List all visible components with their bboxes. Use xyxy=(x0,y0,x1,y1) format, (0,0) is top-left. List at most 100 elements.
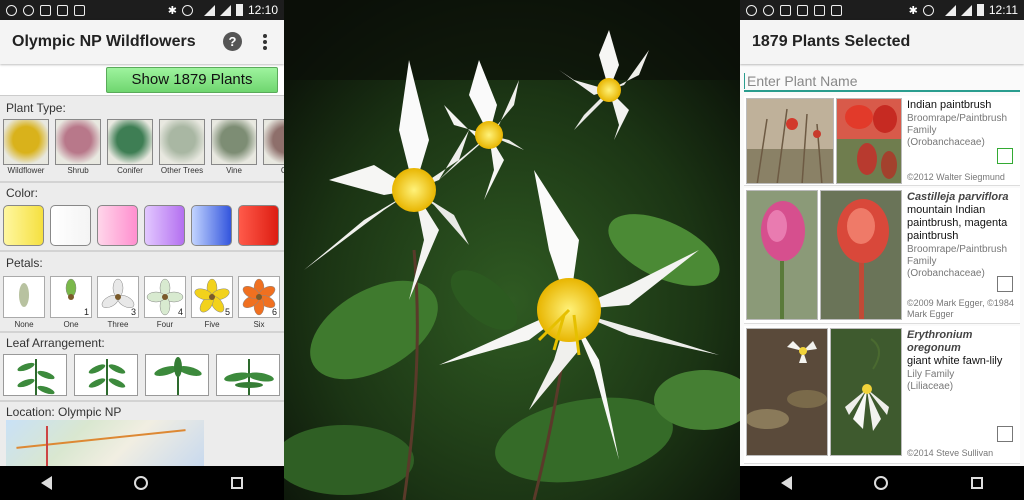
wrench-icon xyxy=(40,4,51,16)
android-icon xyxy=(74,4,85,16)
plant-photo xyxy=(746,190,818,320)
plant-common-name: mountain Indian paintbrush, magenta pain… xyxy=(907,204,1008,242)
petals-label: Petals: xyxy=(6,256,43,270)
color-swatch-purple[interactable] xyxy=(144,205,185,246)
leaf-whorled-option[interactable] xyxy=(145,354,209,396)
location-map[interactable] xyxy=(6,420,204,466)
plant-type-caption: Shrub xyxy=(67,166,89,175)
flower-photo-panel xyxy=(284,0,740,500)
overflow-menu-icon[interactable] xyxy=(262,31,268,53)
select-checkbox[interactable] xyxy=(997,276,1013,292)
home-icon[interactable] xyxy=(134,476,149,490)
petal-option[interactable]: 5 Five xyxy=(191,276,233,329)
color-swatch-pink[interactable] xyxy=(97,205,138,246)
results-screen: ✱ 12:11 1879 Plants Selected Indian xyxy=(740,0,1024,500)
nav-bar xyxy=(740,466,1024,500)
leaf-arrangement-list xyxy=(3,354,280,396)
select-checkbox[interactable] xyxy=(997,426,1013,442)
wrench-icon xyxy=(780,4,791,16)
plant-type-list: Wildflower Shrub Conifer Other Trees Vine Ca xyxy=(3,119,284,175)
filter-screen: ✱ 12:10 Olympic NP Wildflowers ? Show 18… xyxy=(0,0,284,500)
show-plants-button[interactable]: Show 1879 Plants xyxy=(106,67,278,93)
plant-type-thumbnail xyxy=(107,119,153,165)
plant-type-option[interactable]: Conifer xyxy=(107,119,153,175)
leaf-basal-option[interactable] xyxy=(216,354,280,396)
back-icon[interactable] xyxy=(781,476,793,490)
plant-card[interactable]: Castilleja parviflora mountain Indian pa… xyxy=(744,188,1020,324)
leaf-opposite-option[interactable] xyxy=(74,354,138,396)
petal-option[interactable]: 1 One xyxy=(50,276,92,329)
plant-family: Lily Family xyxy=(907,369,955,380)
plant-scientific-name: Erythronium oregonum xyxy=(907,329,973,354)
petal-caption: Six xyxy=(253,320,265,329)
plant-card[interactable]: Indian paintbrush Broomrape/Paintbrush F… xyxy=(744,96,1020,186)
plant-search xyxy=(744,68,1020,92)
plant-card[interactable]: Erythronium oregonum giant white fawn-li… xyxy=(744,326,1020,464)
back-icon[interactable] xyxy=(41,476,53,490)
photo-credit: ©2012 Walter Siegmund xyxy=(907,172,1005,182)
plant-type-caption: Wildflower xyxy=(7,166,45,175)
image-icon xyxy=(797,4,808,16)
signal-icon xyxy=(219,4,231,16)
petal-caption: Three xyxy=(107,320,129,329)
petal-thumbnail: 4 xyxy=(144,276,186,318)
petal-option[interactable]: 3 Three xyxy=(97,276,139,329)
petal-count: 1 xyxy=(83,307,89,317)
petal-option[interactable]: 6 Six xyxy=(238,276,280,329)
shield-icon xyxy=(763,4,774,16)
petal-thumbnail: 3 xyxy=(97,276,139,318)
petal-thumbnail: 6 xyxy=(238,276,280,318)
plant-name-input[interactable] xyxy=(744,73,1020,89)
divider xyxy=(0,250,284,252)
plant-type-option[interactable]: Vine xyxy=(211,119,257,175)
petal-count: 6 xyxy=(271,307,277,317)
plant-type-thumbnail xyxy=(3,119,49,165)
plant-type-option[interactable]: Shrub xyxy=(55,119,101,175)
image-icon xyxy=(57,4,68,16)
app-title: Olympic NP Wildflowers xyxy=(12,33,196,50)
image-icon xyxy=(814,4,825,16)
plant-common-name: Indian paintbrush xyxy=(907,99,992,111)
petal-caption: None xyxy=(14,320,34,329)
results-title: 1879 Plants Selected xyxy=(752,33,911,50)
select-checkbox[interactable] xyxy=(997,148,1013,164)
petal-caption: Five xyxy=(204,320,220,329)
clock: 12:10 xyxy=(247,3,278,17)
plant-photo xyxy=(830,328,902,456)
leaf-alternate-option[interactable] xyxy=(3,354,67,396)
petal-option[interactable]: 4 Four xyxy=(144,276,186,329)
signal-icon xyxy=(960,4,972,16)
android-icon xyxy=(831,4,842,16)
clock: 12:11 xyxy=(988,3,1018,17)
color-swatch-red[interactable] xyxy=(238,205,279,246)
plant-type-option[interactable]: Wildflower xyxy=(3,119,49,175)
petal-option[interactable]: None xyxy=(3,276,45,329)
plant-photo xyxy=(820,190,902,320)
plant-type-caption: Other Trees xyxy=(160,166,204,175)
petal-thumbnail: 5 xyxy=(191,276,233,318)
divider xyxy=(0,400,284,402)
plant-info: Castilleja parviflora mountain Indian pa… xyxy=(907,191,1023,280)
plant-type-caption: Ca xyxy=(280,166,284,175)
wifi-icon xyxy=(944,4,956,16)
app-bar: 1879 Plants Selected xyxy=(740,20,1024,64)
plant-photo xyxy=(746,98,834,184)
plant-type-option[interactable]: Ca xyxy=(263,119,284,175)
app-bar: Olympic NP Wildflowers ? xyxy=(0,20,284,64)
home-icon[interactable] xyxy=(874,476,889,490)
status-bar: ✱ 12:10 xyxy=(0,0,284,20)
help-icon[interactable]: ? xyxy=(223,32,242,51)
color-swatch-yellow[interactable] xyxy=(3,205,44,246)
color-swatch-blue[interactable] xyxy=(191,205,232,246)
petal-count: 3 xyxy=(130,307,136,317)
location-label: Location: Olympic NP xyxy=(6,405,122,419)
opposite-leaf-icon xyxy=(88,359,126,395)
plant-type-option[interactable]: Other Trees xyxy=(159,119,205,175)
color-swatch-white[interactable] xyxy=(50,205,91,246)
divider xyxy=(0,181,284,183)
recent-apps-icon[interactable] xyxy=(970,477,983,489)
petal-count: 5 xyxy=(224,307,230,317)
petal-count: 4 xyxy=(177,307,183,317)
recent-apps-icon[interactable] xyxy=(230,477,243,489)
plant-type-thumbnail xyxy=(211,119,257,165)
